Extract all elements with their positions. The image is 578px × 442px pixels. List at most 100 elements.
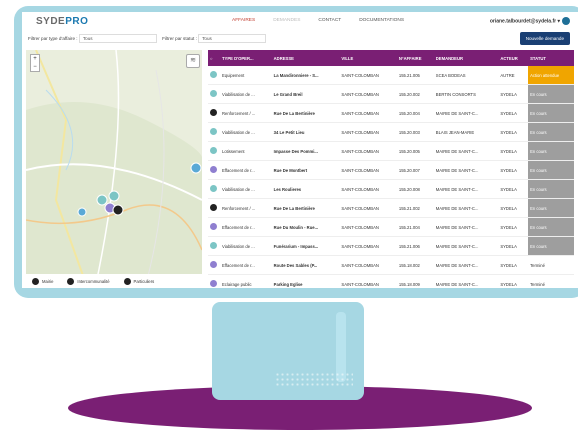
cell-num-affaire: 155.20.005 (396, 141, 434, 161)
operation-type-icon (210, 185, 217, 192)
cell-adresse: Les Roulieres (271, 179, 340, 199)
cell-ville: SAINT-COLOMBAN (339, 103, 397, 123)
table-row[interactable]: Viabilisation de ... Le Grand Breil SAINT-… (208, 84, 574, 104)
cell-adresse: Funérarium - Impass... (271, 236, 340, 256)
col-demandeur[interactable]: DEMANDEUR (433, 50, 499, 66)
cell-type: Effacement de r... (220, 255, 272, 275)
map-marker[interactable] (190, 162, 202, 174)
cell-num-affaire: 155.21.004 (396, 217, 434, 237)
cell-statut: En cours (528, 217, 574, 237)
filters-bar: Filtrer par type d'affaire : Tous Filtre… (28, 34, 270, 43)
col-statut[interactable]: STATUT (528, 50, 574, 66)
cell-num-affaire: 155.20.004 (396, 103, 434, 123)
cell-type: Equipement (220, 66, 272, 85)
cell-adresse: Parking Eglise (271, 274, 340, 288)
layers-icon[interactable]: ≋ (186, 54, 200, 68)
legend-item: Intercommunalité (67, 277, 110, 285)
cell-acteur: SYDELA (498, 198, 529, 218)
map-view[interactable]: + − ≋ (26, 50, 202, 284)
nav-demandes[interactable]: DEMANDES (273, 18, 300, 23)
cell-ville: SAINT-COLOMBAN (339, 141, 397, 161)
cell-acteur: SYDELA (498, 160, 529, 180)
cell-demandeur: MAIRIE DE SAINT-C... (433, 274, 499, 288)
statut-filter-label: Filtrer par statut : (162, 36, 197, 41)
cell-adresse: Impasse Des Pommi... (271, 141, 340, 161)
avatar[interactable] (562, 17, 570, 25)
map-marker[interactable] (96, 194, 108, 206)
table-row[interactable]: Effacement de r... Route Des Sables (P...… (208, 255, 574, 275)
table-row[interactable]: Eclairage public Parking Eglise SAINT-COLO… (208, 274, 574, 288)
cell-type: Effacement de r... (220, 160, 272, 180)
cell-acteur: SYDELA (498, 141, 529, 161)
table-row[interactable]: Lotissement Impasse Des Pommi... SAINT-COL… (208, 141, 574, 161)
cell-acteur: SYDELA (498, 274, 529, 288)
map-marker[interactable] (108, 190, 120, 202)
cell-adresse: Rue De La Bertinière (271, 103, 340, 123)
cell-num-affaire: 155.21.005 (396, 66, 434, 85)
cell-demandeur: MAIRIE DE SAINT-C... (433, 160, 499, 180)
nav-documentations[interactable]: DOCUMENTATIONS (359, 18, 404, 23)
mairie-icon (32, 277, 39, 285)
cell-ville: SAINT-COLOMBAN (339, 179, 397, 199)
cell-statut: En cours (528, 122, 574, 142)
table-row[interactable]: Equipement La Mandironniere - S... SAINT-C… (208, 66, 574, 85)
nav-contact[interactable]: CONTACT (318, 18, 341, 23)
cell-demandeur: MAIRIE DE SAINT-C... (433, 198, 499, 218)
app-logo: SYDEPRO (36, 16, 89, 27)
cell-type: Viabilisation de ... (220, 179, 272, 199)
table-row[interactable]: Viabilisation de ... 34 Le Petit Lieu SAIN… (208, 122, 574, 142)
table-row[interactable]: Viabilisation de ... Funérarium - Impass.… (208, 236, 574, 256)
cell-acteur: SYDELA (498, 179, 529, 199)
operation-type-icon (210, 166, 217, 173)
cell-type: Eclairage public (220, 274, 272, 288)
cell-demandeur: BLAIS JEAN-MARIE (433, 122, 499, 142)
col-num-affaire[interactable]: N°AFFAIRE (396, 50, 434, 66)
cell-ville: SAINT-COLOMBAN (339, 198, 397, 218)
table-row[interactable]: Effacement de r... Rue De Montbert SAINT-C… (208, 160, 574, 180)
table-row[interactable]: Renforcement / ... Rue De La Bertinière SA… (208, 103, 574, 123)
chevron-down-icon: ▾ (557, 18, 560, 25)
table-row[interactable]: Effacement de r... Rue Du Moulin - Rue...… (208, 217, 574, 237)
nav-affaires[interactable]: AFFAIRES (232, 18, 255, 23)
col-acteur[interactable]: ACTEUR (498, 50, 529, 66)
col-type[interactable]: TYPE D'OPER... (220, 50, 272, 66)
cell-acteur: AUTRE (498, 66, 529, 85)
table-row[interactable]: Viabilisation de ... Les Roulieres SAINT-C… (208, 179, 574, 199)
cell-statut: Action attendue (528, 66, 574, 85)
map-marker[interactable] (77, 207, 87, 217)
select-all-icon[interactable]: ○ (208, 50, 220, 66)
new-request-button[interactable]: Nouvelle demande (519, 32, 570, 45)
cell-demandeur: MAIRIE DE SAINT-C... (433, 103, 499, 123)
cell-num-affaire: 155.21.002 (396, 198, 434, 218)
main-nav: AFFAIRES DEMANDES CONTACT DOCUMENTATIONS (232, 18, 404, 23)
cell-ville: SAINT-COLOMBAN (339, 84, 397, 104)
map-legend: Mairie Intercommunalité Particuliers (26, 274, 208, 288)
cell-statut: En cours (528, 103, 574, 123)
cell-acteur: SYDELA (498, 103, 529, 123)
cell-adresse: La Mandironniere - S... (271, 66, 340, 85)
cell-num-affaire: 155.20.003 (396, 122, 434, 142)
cell-demandeur: MAIRIE DE SAINT-C... (433, 141, 499, 161)
col-ville[interactable]: VILLE (339, 50, 397, 66)
zoom-in-button[interactable]: + (31, 55, 39, 63)
cell-demandeur: MAIRIE DE SAINT-C... (433, 179, 499, 199)
cell-ville: SAINT-COLOMBAN (339, 122, 397, 142)
user-menu[interactable]: oriane.talbourdet@sydela.fr ▾ (490, 17, 570, 25)
map-canvas (26, 50, 202, 284)
statut-filter-select[interactable]: Tous (198, 34, 267, 43)
map-marker[interactable] (112, 204, 124, 216)
cell-type: Viabilisation de ... (220, 122, 272, 142)
col-adresse[interactable]: ADRESSE (271, 50, 340, 66)
cell-num-affaire: 155.20.008 (396, 179, 434, 199)
cell-type: Effacement de r... (220, 217, 272, 237)
cell-ville: SAINT-COLOMBAN (339, 255, 397, 275)
type-filter-select[interactable]: Tous (78, 34, 157, 43)
table-row[interactable]: Renforcement / ... Rue De La Bertinière SA… (208, 198, 574, 218)
cell-acteur: SYDELA (498, 217, 529, 237)
operation-type-icon (210, 223, 217, 230)
cell-type: Viabilisation de ... (220, 236, 272, 256)
cell-ville: SAINT-COLOMBAN (339, 236, 397, 256)
cell-demandeur: SCEA BODEAS (433, 66, 499, 85)
zoom-out-button[interactable]: − (31, 63, 39, 71)
cell-type: Lotissement (220, 141, 272, 161)
